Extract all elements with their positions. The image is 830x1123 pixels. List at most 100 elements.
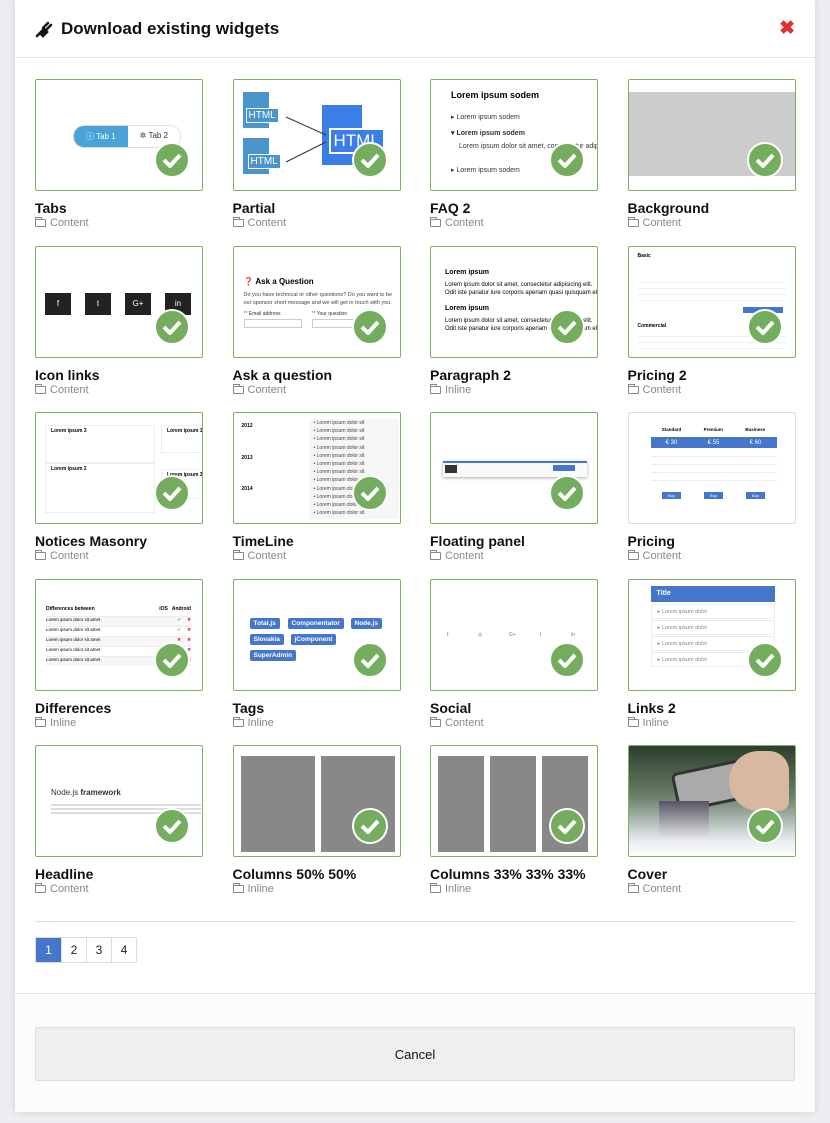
widget-thumbnail[interactable]: Title ▸ Lorem ipsum dolor ▸ Lorem ipsum do… bbox=[627, 578, 796, 691]
preview-text: Email address bbox=[248, 310, 281, 317]
widget-thumbnail[interactable]: Standard Premium Business € 30 € 55 € 60 Buy Bu… bbox=[627, 412, 796, 524]
widget-card[interactable]: Lorem ipsum Lorem ipsum dolor sit amet, c… bbox=[430, 245, 598, 396]
preview-text: Lorem ipsum 2 bbox=[51, 466, 87, 472]
folder-icon bbox=[627, 217, 639, 227]
widget-card[interactable]: 2012 2013 2014 • Lorem ipsum dolor sit • Lor… bbox=[232, 412, 401, 562]
widget-name[interactable]: Columns 33% 33% 33% bbox=[430, 866, 598, 882]
folder-icon bbox=[627, 383, 639, 394]
widget-name[interactable]: Floating panel bbox=[430, 533, 598, 549]
check-icon bbox=[154, 142, 190, 178]
widget-thumbnail[interactable]: Differences between iOS Android Lorem ipsu… bbox=[35, 578, 203, 691]
category-label: Inline bbox=[445, 883, 472, 895]
widget-card[interactable]: Total.js Componentator Node.js Slovakia jCom… bbox=[232, 578, 401, 729]
widget-card[interactable]: ❓ Ask a Question Do you have technical or… bbox=[232, 245, 401, 396]
widget-name[interactable]: Pricing 2 bbox=[628, 367, 796, 383]
widget-name[interactable]: Ask a question bbox=[233, 367, 401, 383]
category-label: Inline bbox=[247, 716, 274, 729]
widget-name[interactable]: FAQ 2 bbox=[430, 200, 598, 216]
preview-text: Lorem ipsum dolor sit amet bbox=[46, 616, 101, 622]
widget-card[interactable]: Columns 50% 50% Inline bbox=[232, 745, 401, 895]
widget-thumbnail[interactable]: Basic Commercial bbox=[627, 245, 796, 358]
widget-card[interactable]: Node.js framework Headline Content bbox=[35, 745, 203, 895]
widget-category: Content bbox=[232, 217, 401, 229]
check-icon bbox=[746, 142, 783, 178]
widget-thumbnail[interactable]: ❓ Ask a Question Do you have technical or… bbox=[232, 245, 401, 358]
folder-icon bbox=[232, 550, 244, 560]
widget-name[interactable]: Tags bbox=[233, 700, 401, 716]
widget-category: Inline bbox=[627, 716, 796, 729]
preview-text: Slovakia bbox=[253, 635, 280, 643]
widget-card[interactable]: ⓘ Tab 1 ✲ Tab 2 Tabs Content bbox=[35, 79, 203, 229]
page-1[interactable]: 1 bbox=[36, 938, 61, 962]
widget-thumbnail[interactable] bbox=[627, 79, 796, 191]
widget-card[interactable]: Standard Premium Business € 30 € 55 € 60 Buy Bu… bbox=[627, 412, 796, 562]
widget-thumbnail[interactable]: f t G+ in bbox=[35, 245, 203, 358]
preview-text: Title bbox=[656, 589, 671, 597]
widget-category: Content bbox=[430, 716, 598, 729]
widget-thumbnail[interactable] bbox=[232, 745, 401, 857]
page-2[interactable]: 2 bbox=[61, 938, 86, 962]
preview-text: t bbox=[540, 631, 542, 638]
widget-name[interactable]: Background bbox=[628, 200, 796, 216]
widget-thumbnail[interactable]: f ◎ G+ t in bbox=[430, 578, 598, 691]
widget-thumbnail[interactable] bbox=[627, 745, 796, 857]
widget-thumbnail[interactable]: HTML HTML HTML bbox=[232, 79, 401, 191]
widget-name[interactable]: Tabs bbox=[35, 200, 203, 216]
preview-text: Tab 1 bbox=[96, 132, 116, 141]
widget-name[interactable]: Social bbox=[430, 700, 598, 716]
widget-name[interactable]: Links 2 bbox=[628, 700, 796, 716]
widget-card[interactable]: Columns 33% 33% 33% Inline bbox=[430, 745, 598, 895]
preview-text: HTML bbox=[248, 110, 276, 121]
widget-name[interactable]: Partial bbox=[233, 200, 401, 216]
widget-card[interactable]: Background Content bbox=[627, 79, 796, 229]
widget-thumbnail[interactable]: ⓘ Tab 1 ✲ Tab 2 bbox=[35, 79, 203, 191]
widget-thumbnail[interactable]: 2012 2013 2014 • Lorem ipsum dolor sit • Lor… bbox=[232, 412, 401, 524]
cancel-button[interactable]: Cancel bbox=[35, 1027, 795, 1081]
category-label: Content bbox=[50, 383, 89, 396]
widget-name[interactable]: Icon links bbox=[35, 367, 203, 383]
widget-name[interactable]: Columns 50% 50% bbox=[233, 866, 401, 882]
widget-thumbnail[interactable]: Lorem ipsum sodem ▸ Lorem ipsum sodem ▾ Lo… bbox=[430, 79, 598, 191]
folder-icon bbox=[627, 716, 639, 727]
widget-thumbnail[interactable] bbox=[430, 745, 598, 857]
widget-card[interactable]: Lorem ipsum 3 Lorem ipsum 1 Lorem ipsum 2L… bbox=[35, 412, 203, 562]
folder-icon bbox=[35, 383, 46, 394]
check-icon bbox=[746, 808, 783, 844]
page-3[interactable]: 3 bbox=[86, 938, 111, 962]
widget-name[interactable]: Notices Masonry bbox=[35, 533, 203, 549]
preview-text: G+ bbox=[509, 631, 516, 638]
widget-card[interactable]: f ◎ G+ t in Social Content bbox=[430, 578, 598, 729]
folder-icon bbox=[430, 383, 441, 394]
widget-card[interactable]: Cover Content bbox=[627, 745, 796, 895]
widget-thumbnail[interactable] bbox=[430, 412, 598, 524]
widget-category: Content bbox=[232, 550, 401, 562]
widget-name[interactable]: Pricing bbox=[628, 533, 796, 549]
widget-thumbnail[interactable]: Total.js Componentator Node.js Slovakia jCom… bbox=[232, 578, 401, 691]
preview-text: G+ bbox=[132, 299, 144, 308]
check-icon bbox=[154, 475, 190, 511]
widget-category: Inline bbox=[35, 716, 203, 729]
preview-text: Buy bbox=[668, 493, 675, 498]
category-label: Content bbox=[50, 883, 89, 895]
widget-card[interactable]: Floating panel Content bbox=[430, 412, 598, 562]
preview-text: Ask a Question bbox=[255, 276, 314, 286]
close-icon[interactable]: ✖ bbox=[779, 19, 795, 38]
widget-name[interactable]: Differences bbox=[35, 700, 203, 716]
widget-card[interactable]: f t G+ in Icon links Content bbox=[35, 245, 203, 396]
widget-card[interactable]: Lorem ipsum sodem ▸ Lorem ipsum sodem ▾ Lo… bbox=[430, 79, 598, 229]
widget-name[interactable]: Paragraph 2 bbox=[430, 367, 598, 383]
widget-card[interactable]: Basic Commercial Pricing 2 Content bbox=[627, 245, 796, 396]
widget-card[interactable]: Differences between iOS Android Lorem ipsu… bbox=[35, 578, 203, 729]
widget-thumbnail[interactable]: Lorem ipsum 3 Lorem ipsum 1 Lorem ipsum 2L… bbox=[35, 412, 203, 524]
preview-text: 2012 bbox=[241, 423, 253, 429]
page-4[interactable]: 4 bbox=[111, 938, 136, 962]
check-icon bbox=[746, 641, 783, 678]
widget-name[interactable]: Cover bbox=[628, 866, 796, 882]
check-icon bbox=[549, 308, 585, 345]
widget-card[interactable]: Title ▸ Lorem ipsum dolor ▸ Lorem ipsum do… bbox=[627, 578, 796, 729]
widget-name[interactable]: Headline bbox=[35, 866, 203, 882]
widget-thumbnail[interactable]: Lorem ipsum Lorem ipsum dolor sit amet, c… bbox=[430, 245, 598, 358]
widget-name[interactable]: TimeLine bbox=[233, 533, 401, 549]
widget-thumbnail[interactable]: Node.js framework bbox=[35, 745, 203, 857]
widget-card[interactable]: HTML HTML HTML Partial Content bbox=[232, 79, 401, 229]
